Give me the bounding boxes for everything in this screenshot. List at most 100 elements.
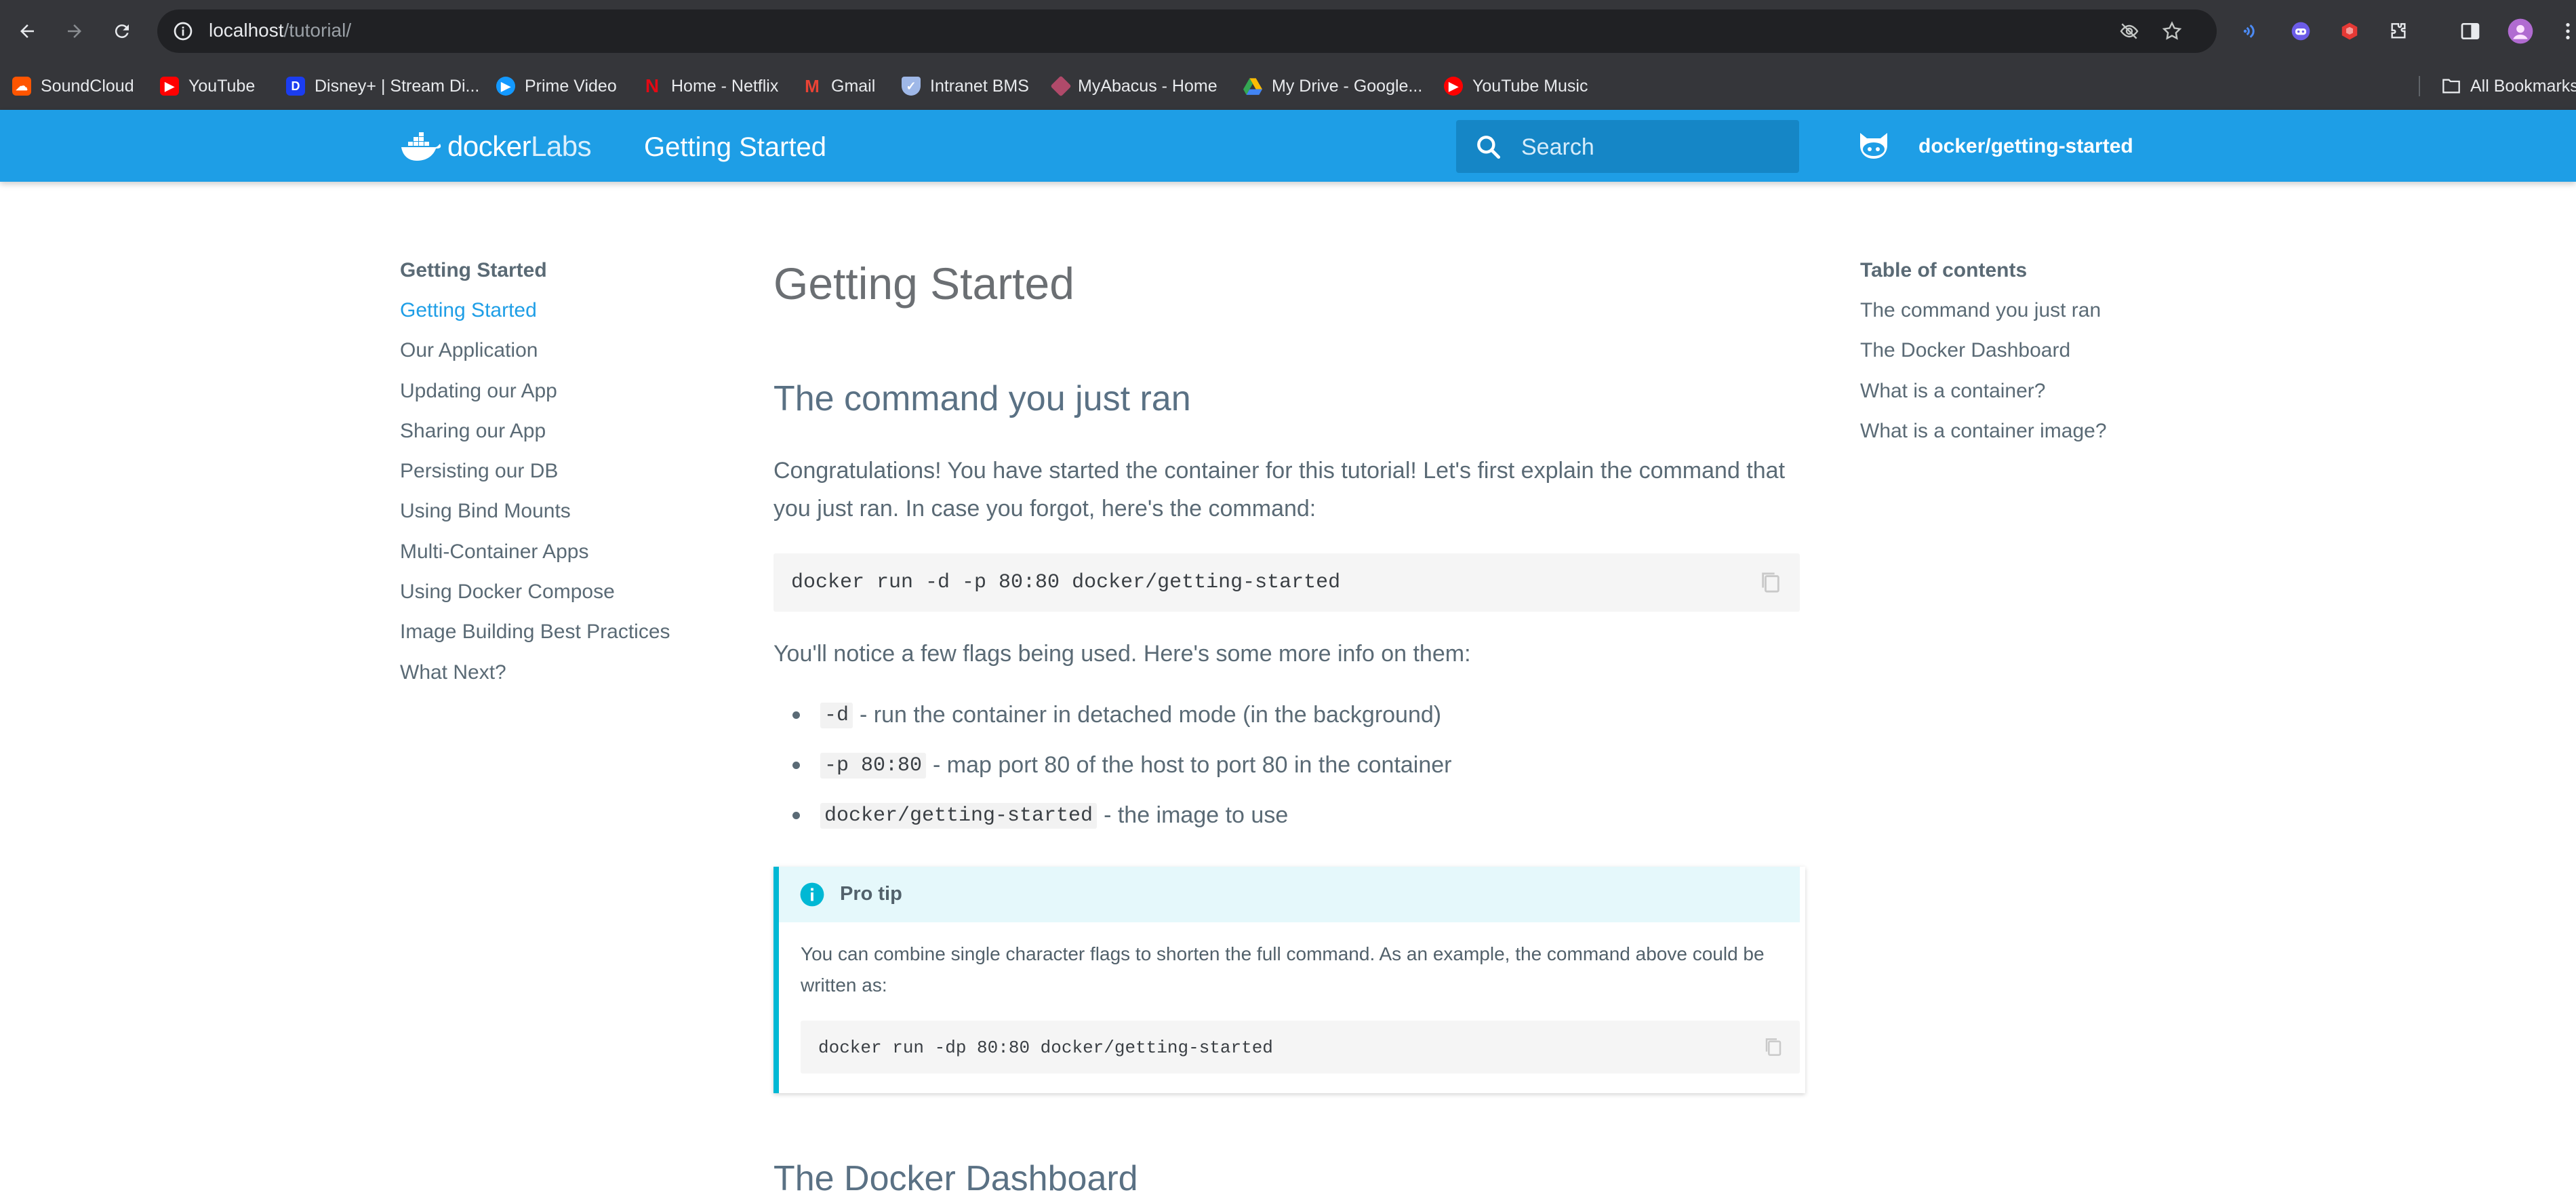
search-placeholder: Search xyxy=(1521,134,1594,160)
search-input[interactable]: Search xyxy=(1456,120,1799,173)
toc-item-what-is-container[interactable]: What is a container? xyxy=(1860,380,2172,420)
intro-paragraph: Congratulations! You have started the co… xyxy=(773,458,1786,522)
toc-item-docker-dashboard[interactable]: The Docker Dashboard xyxy=(1860,339,2172,379)
toc-item-command-you-just-ran[interactable]: The command you just ran xyxy=(1860,299,2172,339)
list-item-text: - map port 80 of the host to port 80 in … xyxy=(933,752,1452,778)
reload-button[interactable] xyxy=(106,15,138,47)
pro-tip-callout: Pro tip You can combine single character… xyxy=(773,867,1805,1093)
prime-video-icon: ▶ xyxy=(496,77,515,96)
site-info-icon[interactable] xyxy=(172,20,194,45)
pro-tip-title: Pro tip xyxy=(840,883,902,905)
sidebar-item-getting-started[interactable]: Getting Started xyxy=(400,299,698,339)
extension-ghost-icon[interactable] xyxy=(2286,16,2316,46)
pro-tip-header: Pro tip xyxy=(779,867,1800,922)
header-title: Getting Started xyxy=(644,132,827,162)
sidebar-item-updating-our-app[interactable]: Updating our App xyxy=(400,380,698,420)
toc-item-what-is-container-image[interactable]: What is a container image? xyxy=(1860,420,2172,460)
bookmarks-bar: ☁ SoundCloud ▶ YouTube D Disney+ | Stream D… xyxy=(0,62,2576,110)
bookmark-soundcloud[interactable]: ☁ SoundCloud xyxy=(12,75,134,98)
profile-avatar-icon[interactable] xyxy=(2505,16,2535,46)
left-sidebar-nav: Getting Started Getting Started Our Appl… xyxy=(400,259,698,701)
list-item: docker/getting-started - the image to us… xyxy=(792,802,1288,829)
bookmark-myabacus[interactable]: MyAbacus - Home xyxy=(1050,75,1217,98)
address-bar[interactable]: localhost/tutorial/ xyxy=(157,9,2217,53)
all-bookmarks-button[interactable]: All Bookmarks xyxy=(2442,75,2576,98)
github-repo-link[interactable]: docker/getting-started xyxy=(1856,126,2133,167)
extensions-puzzle-icon[interactable] xyxy=(2383,16,2413,46)
shield-icon: ✓ xyxy=(902,77,921,96)
arrow-left-icon xyxy=(20,24,34,38)
sidebar-item-using-docker-compose[interactable]: Using Docker Compose xyxy=(400,581,698,621)
table-of-contents: Table of contents The command you just r… xyxy=(1860,259,2172,460)
sidebar-item-our-application[interactable]: Our Application xyxy=(400,339,698,379)
google-drive-icon xyxy=(1243,77,1262,96)
sidebar-item-using-bind-mounts[interactable]: Using Bind Mounts xyxy=(400,500,698,540)
reload-icon xyxy=(115,24,129,39)
list-item-text: - run the container in detached mode (in… xyxy=(860,702,1442,728)
sidebar-item-persisting-our-db[interactable]: Persisting our DB xyxy=(400,460,698,500)
disney-plus-icon: D xyxy=(286,77,305,96)
list-item: -d - run the container in detached mode … xyxy=(792,702,1441,728)
sidebar-item-multi-container-apps[interactable]: Multi-Container Apps xyxy=(400,540,698,581)
folder-icon xyxy=(2442,77,2461,96)
back-button[interactable] xyxy=(11,15,43,47)
bookmarks-divider xyxy=(2419,76,2420,96)
inline-code: -d xyxy=(820,702,853,728)
bookmark-star-icon[interactable] xyxy=(2161,20,2183,45)
bullet-dot xyxy=(792,812,800,819)
copy-icon[interactable] xyxy=(1759,570,1782,599)
pro-tip-code-block: docker run -dp 80:80 docker/getting-star… xyxy=(801,1021,1800,1074)
sidebar-item-what-next[interactable]: What Next? xyxy=(400,661,698,701)
site-header: dockerLabs Getting Started Search docker… xyxy=(0,110,2576,182)
flags-intro-paragraph: You'll notice a few flags being used. He… xyxy=(773,641,1471,667)
docker-whale-icon xyxy=(401,132,441,161)
docker-labs-logo[interactable]: dockerLabs xyxy=(400,126,592,167)
bookmark-intranet-bms[interactable]: ✓ Intranet BMS xyxy=(902,75,1029,98)
github-cat-icon xyxy=(1860,133,1887,159)
bullet-dot xyxy=(792,711,800,719)
extension-wave-icon[interactable] xyxy=(2237,16,2267,46)
eye-off-icon[interactable] xyxy=(2118,20,2141,45)
sidebar-item-sharing-our-app[interactable]: Sharing our App xyxy=(400,420,698,460)
inline-code: docker/getting-started xyxy=(820,802,1098,829)
youtube-icon: ▶ xyxy=(160,77,179,96)
list-item-text: - the image to use xyxy=(1104,802,1289,828)
browser-toolbar: localhost/tutorial/ xyxy=(0,0,2576,62)
url-text: localhost/tutorial/ xyxy=(209,20,352,41)
bookmark-gmail[interactable]: M Gmail xyxy=(803,75,875,98)
bookmark-youtube[interactable]: ▶ YouTube xyxy=(160,75,255,98)
toc-heading: Table of contents xyxy=(1860,259,2028,281)
abacus-icon xyxy=(1050,75,1072,97)
bookmark-disney-plus[interactable]: D Disney+ | Stream Di... xyxy=(286,75,479,98)
copy-icon[interactable] xyxy=(1763,1036,1784,1062)
bullet-dot xyxy=(792,762,800,769)
extension-red-cube-icon[interactable] xyxy=(2335,16,2364,46)
bookmark-prime-video[interactable]: ▶ Prime Video xyxy=(496,75,617,98)
command-code: docker run -d -p 80:80 docker/getting-st… xyxy=(791,571,1341,594)
bookmark-netflix[interactable]: N Home - Netflix xyxy=(643,75,779,98)
repo-label: docker/getting-started xyxy=(1918,135,2133,157)
inline-code: -p 80:80 xyxy=(820,752,927,779)
sidebar-heading: Getting Started xyxy=(400,259,547,281)
list-item: -p 80:80 - map port 80 of the host to po… xyxy=(792,752,1452,779)
search-icon xyxy=(1474,132,1504,165)
info-icon xyxy=(799,882,825,911)
pro-tip-text: You can combine single character flags t… xyxy=(801,943,1765,996)
logo-text-docker: docker xyxy=(447,130,531,162)
soundcloud-icon: ☁ xyxy=(12,77,31,96)
pro-tip-code: docker run -dp 80:80 docker/getting-star… xyxy=(818,1038,1273,1058)
gmail-icon: M xyxy=(805,75,820,96)
side-panel-icon[interactable] xyxy=(2455,16,2485,46)
bookmark-youtube-music[interactable]: ▶ YouTube Music xyxy=(1444,75,1588,98)
logo-text-labs: Labs xyxy=(531,130,592,162)
section-heading-docker-dashboard: The Docker Dashboard xyxy=(773,1159,1138,1198)
page-title: Getting Started xyxy=(773,258,1074,309)
command-code-block: docker run -d -p 80:80 docker/getting-st… xyxy=(773,553,1800,612)
youtube-music-icon: ▶ xyxy=(1444,77,1463,96)
bookmark-google-drive[interactable]: My Drive - Google... xyxy=(1243,75,1422,98)
forward-button[interactable] xyxy=(58,15,91,47)
sidebar-item-image-building-best-practices[interactable]: Image Building Best Practices xyxy=(400,621,698,661)
netflix-icon: N xyxy=(645,75,660,96)
browser-menu-icon[interactable] xyxy=(2553,16,2576,46)
section-heading-command: The command you just ran xyxy=(773,379,1191,418)
